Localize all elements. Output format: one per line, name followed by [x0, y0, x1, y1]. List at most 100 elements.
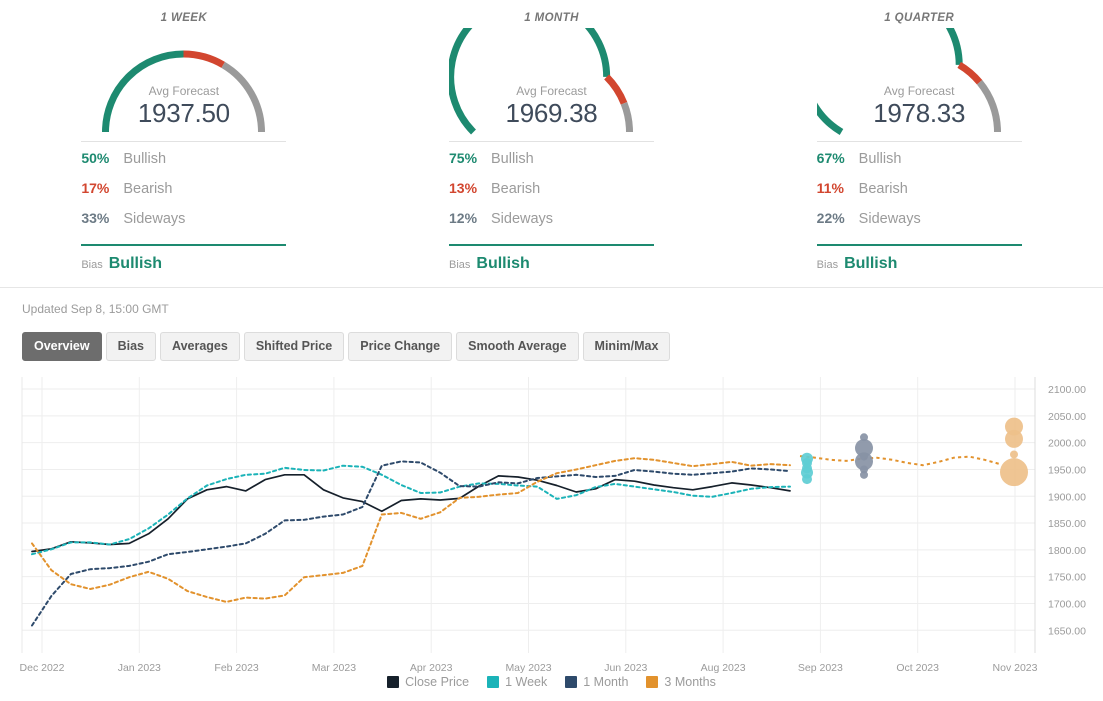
stat-row-sideways: 22% Sideways [817, 210, 1022, 240]
stat-row-bearish: 17% Bearish [81, 180, 286, 210]
y-axis-tick-label: 1800.00 [1048, 545, 1086, 557]
forecast-bubble-1-week[interactable] [802, 474, 812, 485]
series-line-3-months-forecast [799, 455, 1001, 467]
series-line-close-price [31, 473, 791, 553]
gauge-title: 1 MONTH [524, 12, 579, 24]
bias-label: Bias [449, 259, 471, 271]
tab-price-change[interactable]: Price Change [348, 332, 453, 361]
stat-row-sideways: 33% Sideways [81, 210, 286, 240]
sentiment-stats: 75% Bullish 13% Bearish 12% Sideways [449, 141, 654, 240]
chart-series [31, 455, 1001, 627]
gauge-arc: Avg Forecast 1937.50 [81, 28, 286, 136]
bias-value: Bullish [476, 255, 530, 272]
gauge-title: 1 QUARTER [884, 12, 955, 24]
bullish-percent: 75% [449, 150, 478, 166]
chart-y-axis: 1650.00 1700.00 1750.00 1800.00 1850.00 1900.… [1048, 384, 1086, 637]
bias-row: Bias Bullish [816, 244, 1022, 273]
legend-label: 3 Months [664, 675, 716, 689]
sideways-percent: 22% [816, 210, 845, 226]
gauge-arc: Avg Forecast 1969.38 [449, 28, 654, 136]
x-axis-tick-label: Aug 2023 [701, 662, 746, 673]
series-line-1-week [31, 464, 791, 556]
gauge-arc-svg [449, 28, 633, 135]
x-axis-tick-label: Mar 2023 [312, 662, 357, 673]
y-axis-tick-label: 2050.00 [1048, 411, 1086, 423]
stat-row-sideways: 12% Sideways [449, 210, 654, 240]
legend-swatch-icon [565, 676, 578, 688]
bias-value: Bullish [108, 255, 163, 272]
tab-minim-max[interactable]: Minim/Max [582, 332, 671, 361]
sideways-percent: 33% [81, 210, 110, 226]
tab-bias[interactable]: Bias [105, 332, 156, 361]
tab-shifted-price[interactable]: Shifted Price [243, 332, 345, 361]
gauge-arc-sideways [221, 61, 266, 133]
series-line-1-month [31, 460, 791, 627]
gauge-arc-bullish [816, 28, 963, 136]
legend-label: 1 Week [505, 675, 548, 689]
forecast-bubble-3-months[interactable] [1000, 458, 1028, 487]
bias-row: Bias Bullish [449, 244, 654, 273]
gauge-card-1-month: 1 MONTH Avg Forecast 1969.38 75% Bullish… [368, 0, 736, 273]
x-axis-tick-label: Nov 2023 [993, 662, 1038, 673]
legend-item-close-price[interactable]: Close Price [387, 675, 469, 689]
forecast-bubble-3-months[interactable] [1010, 450, 1018, 459]
gauge-card-1-quarter: 1 QUARTER Avg Forecast 1978.33 67% Bulli… [735, 0, 1103, 273]
stat-row-bearish: 11% Bearish [817, 180, 1022, 210]
bullish-percent: 67% [816, 150, 845, 166]
gauge-arc-sideways [620, 101, 633, 133]
legend-swatch-icon [387, 676, 400, 688]
chart-x-axis: Dec 2022 Jan 2023 Feb 2023 Mar 2023 Apr 2023… [20, 662, 1038, 673]
sideways-label: Sideways [491, 211, 554, 227]
legend-label: 1 Month [583, 675, 629, 689]
gauge-arc-svg [816, 28, 1001, 136]
gauge-arc-bearish [183, 50, 226, 68]
updated-timestamp: Updated Sep 8, 15:00 GMT [22, 302, 169, 316]
bias-value: Bullish [844, 255, 898, 272]
sideways-label: Sideways [123, 211, 186, 227]
bearish-label: Bearish [858, 181, 908, 197]
bullish-label: Bullish [123, 151, 167, 167]
gauge-title: 1 WEEK [160, 12, 208, 24]
bearish-label: Bearish [491, 181, 541, 197]
chart-view-tabs: Overview Bias Averages Shifted Price Price C… [0, 316, 1103, 361]
legend-label: Close Price [405, 675, 470, 689]
x-axis-tick-label: Jan 2023 [118, 662, 161, 673]
gauge-summary-row: 1 WEEK Avg Forecast 1937.50 50% Bullish … [0, 0, 1103, 273]
stat-row-bullish: 67% Bullish [817, 150, 1022, 180]
y-axis-tick-label: 1650.00 [1048, 625, 1086, 637]
bias-label: Bias [81, 259, 103, 271]
bias-row: Bias Bullish [81, 244, 287, 273]
bullish-label: Bullish [858, 151, 902, 167]
x-axis-tick-label: May 2023 [505, 662, 551, 673]
y-axis-tick-label: 1900.00 [1048, 491, 1086, 503]
forecast-bubble-3-months[interactable] [1005, 429, 1023, 448]
legend-item-3-months[interactable]: 3 Months [646, 675, 716, 689]
x-axis-tick-label: Apr 2023 [410, 662, 453, 673]
tab-overview[interactable]: Overview [22, 332, 102, 361]
bullish-percent: 50% [81, 150, 110, 166]
gauge-card-1-week: 1 WEEK Avg Forecast 1937.50 50% Bullish … [0, 0, 368, 273]
bearish-percent: 17% [81, 180, 110, 196]
sideways-label: Sideways [858, 211, 921, 227]
stat-row-bearish: 13% Bearish [449, 180, 654, 210]
forecast-bubble-1-month[interactable] [860, 470, 868, 479]
tab-smooth-average[interactable]: Smooth Average [456, 332, 579, 361]
x-axis-tick-label: Dec 2022 [20, 662, 65, 673]
forecast-chart: 1650.00 1700.00 1750.00 1800.00 1850.00 1900.… [0, 373, 1103, 673]
x-axis-tick-label: Feb 2023 [214, 662, 259, 673]
gauge-arc: Avg Forecast 1978.33 [816, 28, 1022, 136]
forecast-dashboard: 1 WEEK Avg Forecast 1937.50 50% Bullish … [0, 0, 1103, 701]
sentiment-stats: 50% Bullish 17% Bearish 33% Sideways [81, 141, 287, 240]
sideways-percent: 12% [449, 210, 478, 226]
gauge-arc-bullish [102, 50, 184, 133]
bearish-percent: 11% [816, 180, 844, 196]
y-axis-tick-label: 1950.00 [1048, 464, 1086, 476]
legend-item-1-month[interactable]: 1 Month [565, 675, 628, 689]
legend-item-1-week[interactable]: 1 Week [487, 675, 547, 689]
tab-averages[interactable]: Averages [160, 332, 240, 361]
gauge-arc-svg [102, 50, 266, 133]
bullish-label: Bullish [491, 151, 534, 167]
gauge-arc-bearish [956, 61, 982, 85]
forecast-chart-svg: 1650.00 1700.00 1750.00 1800.00 1850.00 1900.… [20, 377, 1086, 673]
sentiment-stats: 67% Bullish 11% Bearish 22% Sideways [816, 141, 1022, 240]
